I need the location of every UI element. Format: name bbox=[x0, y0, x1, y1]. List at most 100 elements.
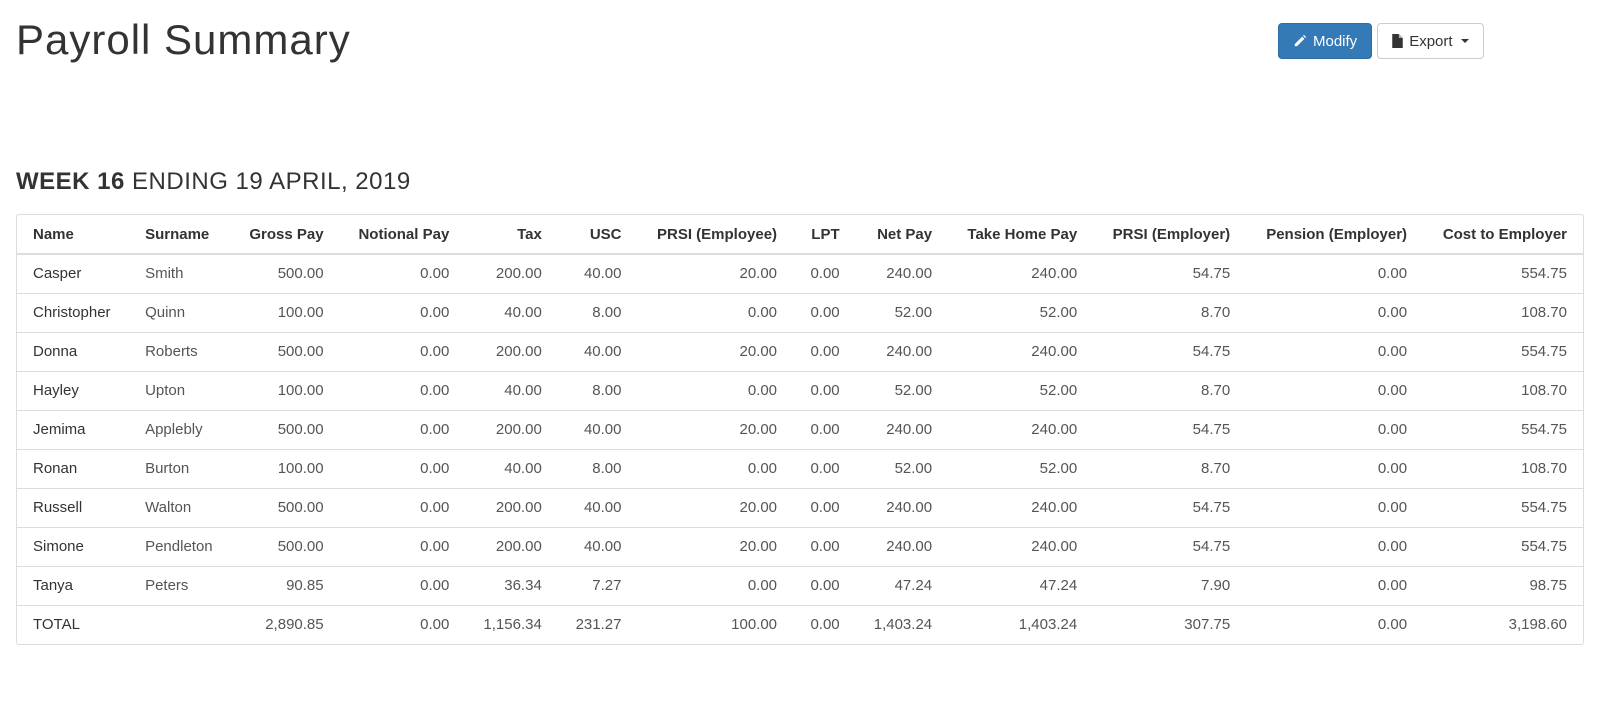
table-cell: 200.00 bbox=[465, 409, 558, 449]
table-cell: 54.75 bbox=[1093, 331, 1247, 371]
table-cell: Jemima bbox=[17, 409, 130, 449]
table-cell: 1,403.24 bbox=[948, 604, 1094, 644]
table-cell: 40.00 bbox=[583, 265, 622, 283]
table-cell: 200.00 bbox=[465, 487, 558, 527]
table-cell: 2,890.85 bbox=[230, 604, 340, 644]
table-cell: Quinn bbox=[129, 292, 231, 332]
table-cell: 0.00 bbox=[1246, 292, 1424, 332]
table-cell: 8.00 bbox=[557, 370, 638, 410]
table-cell: Applebly bbox=[129, 409, 231, 449]
ending-label: ENDING 19 APRIL, 2019 bbox=[132, 168, 411, 195]
table-cell: 0.00 bbox=[1246, 370, 1424, 410]
column-header: Net Pay bbox=[855, 215, 949, 255]
table-row: Simone Pendleton 500.00 0.00 200.00 40.00 20.0… bbox=[17, 526, 1583, 566]
column-header: Take Home Pay bbox=[948, 215, 1094, 255]
table-cell: 7.27 bbox=[557, 565, 638, 605]
week-label: WEEK 16 bbox=[16, 168, 125, 195]
column-header: Pension (Employer) bbox=[1246, 215, 1424, 255]
column-header: PRSI (Employer) bbox=[1093, 215, 1247, 255]
table-cell: 100.00 bbox=[230, 370, 340, 410]
column-header: Gross Pay bbox=[230, 215, 340, 255]
table-cell: 8.00 bbox=[557, 448, 638, 488]
table-cell: 0.00 bbox=[1246, 565, 1424, 605]
table-cell: 0.00 bbox=[339, 604, 466, 644]
table-cell: 20.00 bbox=[637, 331, 794, 371]
table-cell: Christopher bbox=[17, 292, 130, 332]
export-dropdown-button[interactable]: Export bbox=[1377, 23, 1484, 59]
table-cell: 36.34 bbox=[465, 565, 558, 605]
table-cell: 240.00 bbox=[948, 487, 1094, 527]
table-cell: 8.00 bbox=[557, 292, 638, 332]
table-cell: 1,156.34 bbox=[465, 604, 558, 644]
table-cell: 0.00 bbox=[810, 265, 840, 283]
table-cell: 0.00 bbox=[339, 331, 466, 371]
table-cell: 40.00 bbox=[465, 370, 558, 410]
table-row: Russell Walton 500.00 0.00 200.00 40.00 20.00 0… bbox=[17, 487, 1583, 527]
table-cell: 108.70 bbox=[1423, 448, 1583, 488]
table-cell: 554.75 bbox=[1423, 487, 1583, 527]
table-cell: 500.00 bbox=[277, 265, 324, 283]
table-cell: 0.00 bbox=[793, 604, 856, 644]
table-cell: Smith bbox=[145, 265, 184, 283]
table-header: Name Surname Gross Pay Notional Pay Tax USC PR… bbox=[17, 215, 1583, 255]
table-cell: 8.70 bbox=[1093, 448, 1247, 488]
table-cell: 200.00 bbox=[465, 331, 558, 371]
caret-down-icon bbox=[1460, 39, 1469, 43]
table-cell: Roberts bbox=[129, 331, 231, 371]
table-cell: 500.00 bbox=[230, 487, 340, 527]
table-cell: 0.00 bbox=[1377, 265, 1408, 283]
table-cell: 100.00 bbox=[637, 604, 794, 644]
table-cell: 240.00 bbox=[948, 526, 1094, 566]
table-cell: 0.00 bbox=[637, 448, 794, 488]
table-cell: 40.00 bbox=[557, 409, 638, 449]
table-cell: 0.00 bbox=[637, 370, 794, 410]
modify-button[interactable]: Modify bbox=[1278, 23, 1373, 59]
table-cell: 554.75 bbox=[1423, 409, 1583, 449]
table-cell: 0.00 bbox=[420, 265, 450, 283]
column-header: Notional Pay bbox=[339, 215, 466, 255]
pencil-icon bbox=[1294, 34, 1307, 47]
table-cell: 0.00 bbox=[637, 292, 794, 332]
table-cell: 52.00 bbox=[855, 370, 949, 410]
table-cell: 0.00 bbox=[339, 487, 466, 527]
export-button-label: Export bbox=[1409, 32, 1453, 50]
table-cell: 52.00 bbox=[855, 448, 949, 488]
table-cell: Donna bbox=[17, 331, 130, 371]
table-cell: 52.00 bbox=[855, 292, 949, 332]
table-cell: 0.00 bbox=[1246, 448, 1424, 488]
table-cell: 40.00 bbox=[557, 331, 638, 371]
table-cell: 0.00 bbox=[1246, 487, 1424, 527]
column-header: Surname bbox=[129, 215, 231, 255]
table-cell: 554.75 bbox=[1521, 265, 1567, 283]
page-title: Payroll Summary bbox=[16, 16, 351, 63]
table-cell: 54.75 bbox=[1093, 526, 1247, 566]
table-cell: Burton bbox=[129, 448, 231, 488]
table-cell: 3,198.60 bbox=[1423, 604, 1583, 644]
table-cell: 20.00 bbox=[637, 526, 794, 566]
table-cell: Tanya bbox=[17, 565, 130, 605]
column-header: PRSI (Employee) bbox=[637, 215, 794, 255]
table-cell: 240.00 bbox=[1031, 265, 1078, 283]
table-cell: TOTAL bbox=[17, 604, 130, 644]
table-row: Ronan Burton 100.00 0.00 40.00 8.00 0.00 0.00 52… bbox=[17, 448, 1583, 488]
table-cell: 98.75 bbox=[1423, 565, 1583, 605]
table-cell: 0.00 bbox=[339, 526, 466, 566]
week-heading: WEEK 16 ENDING 19 APRIL, 2019 bbox=[16, 168, 411, 196]
table-cell: Pendleton bbox=[129, 526, 231, 566]
table-cell: 108.70 bbox=[1423, 370, 1583, 410]
table-cell: 100.00 bbox=[230, 292, 340, 332]
file-icon bbox=[1392, 34, 1403, 48]
table-cell: 0.00 bbox=[1246, 331, 1424, 371]
table-cell: Upton bbox=[129, 370, 231, 410]
table-cell: Russell bbox=[17, 487, 130, 527]
column-header: LPT bbox=[793, 215, 856, 255]
table-cell: 0.00 bbox=[1246, 409, 1424, 449]
table-cell: 100.00 bbox=[230, 448, 340, 488]
table-row: Jemima Applebly 500.00 0.00 200.00 40.00 20.00… bbox=[17, 409, 1583, 449]
table-cell: 54.75 bbox=[1093, 487, 1247, 527]
table-cell: 0.00 bbox=[339, 292, 466, 332]
column-header: USC bbox=[557, 215, 638, 255]
table-cell: 8.70 bbox=[1093, 292, 1247, 332]
payroll-table-container: Name Surname Gross Pay Notional Pay Tax USC PR… bbox=[16, 214, 1584, 645]
payroll-table: Name Surname Gross Pay Notional Pay Tax USC PR… bbox=[17, 215, 1583, 644]
